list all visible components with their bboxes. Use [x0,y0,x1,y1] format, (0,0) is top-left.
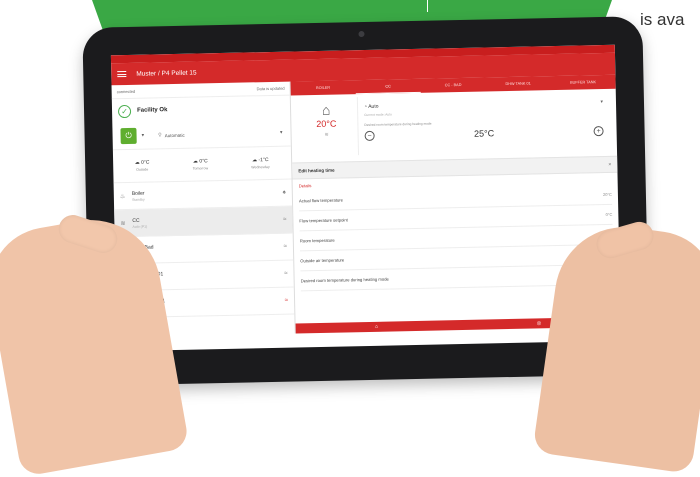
update-status: Data is updated [256,85,285,92]
clock-icon: ◔ [363,103,368,111]
android-nav-bar: ◀ ● ■ [117,340,621,352]
boiler-icon: ♨ [119,193,126,200]
detail-label: Room temperature [299,237,335,244]
device-row-boiler[interactable]: ♨ Boiler Standby ♠ [113,179,293,211]
increase-button[interactable]: + [593,126,604,137]
edit-heating-time-label: Edit heating time [298,167,335,174]
power-menu-chevron-icon[interactable]: ▾ [142,133,145,139]
camera-icon [358,30,365,38]
cloud-icon: ☁ [252,157,258,164]
room-temperature: 20°C [316,118,337,130]
mode-row: ⏻ ▾ ⚲ Automatic ▾ [112,119,291,151]
tab-cc-bad[interactable]: CC - BAD [420,77,485,92]
decrease-button[interactable]: − [364,130,375,142]
back-icon[interactable]: ◀ [323,350,328,351]
heating-icon: ≈ [283,243,288,250]
menu-icon[interactable] [117,70,127,78]
app-title: Muster / P4 Pellet 15 [136,69,197,78]
heating-icon: ≋ [324,131,329,138]
close-icon[interactable]: × [608,161,611,167]
tab-buffer-tank[interactable]: BUFFER TANK [550,75,615,90]
forecast-temps: ☁ 0°C Outside ☁ 0°C Tomorrow ☁ -1°C Wedn… [112,146,292,184]
cloud-icon: ☁ [192,158,198,165]
facility-status-label: Facility Ok [136,107,168,114]
home-icon[interactable]: ⌂ [375,324,378,330]
settings-icon[interactable]: ◎ [537,320,541,326]
detail-label: Desired room temperature during heating … [300,276,389,284]
chevron-down-icon[interactable]: ▾ [600,99,603,105]
heating-active-icon: ≈ [284,297,289,304]
setpoint-control: − 25°C + [364,126,604,142]
detail-label: Outside air temperature [300,257,345,264]
detail-label: Actual flow temperature [298,197,344,204]
heating-icon: ≈ [284,270,288,277]
tab-dhw-tank[interactable]: DHW TANK 01 [485,76,550,91]
device-row-cc[interactable]: ≋ CC Auto (P1) ≈ [114,206,293,238]
banner-divider [427,0,428,12]
tablet-screen: Muster / P4 Pellet 15 connected Data is … [110,44,621,352]
house-thermometer-icon: ⌂ [321,101,331,118]
forecast-label: Wednesday [251,165,270,170]
mode-select[interactable]: Automatic [165,130,280,137]
forecast-label: Tomorrow [192,166,209,171]
tab-cc[interactable]: CC [355,78,421,95]
connection-status: connected [116,88,136,95]
forecast-label: Outside [136,167,149,172]
mode-icon: ⚲ [158,132,162,139]
detail-value: 20°C [602,191,612,198]
chevron-down-icon[interactable]: ▾ [280,130,283,136]
setpoint-value: 25°C [473,128,495,139]
check-icon: ✓ [117,104,132,118]
cloud-icon: ☁ [134,159,140,166]
detail-value: 0°C [605,211,613,217]
heating-icon: ≈ [283,216,287,223]
room-temp-panel: ⌂ 20°C ≋ [294,97,360,157]
radiator-icon: ≋ [120,220,126,227]
detail-label: Flow temperature setpoint [299,217,348,224]
mode-panel: ◔ Auto ▾ Current mode: Auto Desired room… [358,92,610,155]
heating-circuit-card: ⌂ 20°C ≋ ◔ Auto ▾ Current mode: Auto Des… [294,92,610,157]
side-text: is ava [640,10,685,29]
flame-icon: ♠ [282,189,286,196]
main-content: connected Data is updated ✓ Facility Ok … [111,74,621,338]
home-button-icon[interactable]: ● [368,350,372,351]
recents-icon[interactable]: ■ [411,349,415,351]
forecast-cell: ☁ -1°C Wednesday [251,157,270,169]
forecast-value: ☁ -1°C [252,157,269,164]
tab-boiler[interactable]: BOILER [290,80,355,95]
forecast-cell: ☁ 0°C Tomorrow [192,158,209,171]
forecast-value: ☁ 0°C [192,158,208,165]
forecast-value: ☁ 0°C [134,159,150,166]
power-button[interactable]: ⏻ [120,127,137,145]
forecast-cell: ☁ 0°C Outside [135,160,150,172]
setpoint-note: Desired room temperature during heating … [364,121,432,128]
